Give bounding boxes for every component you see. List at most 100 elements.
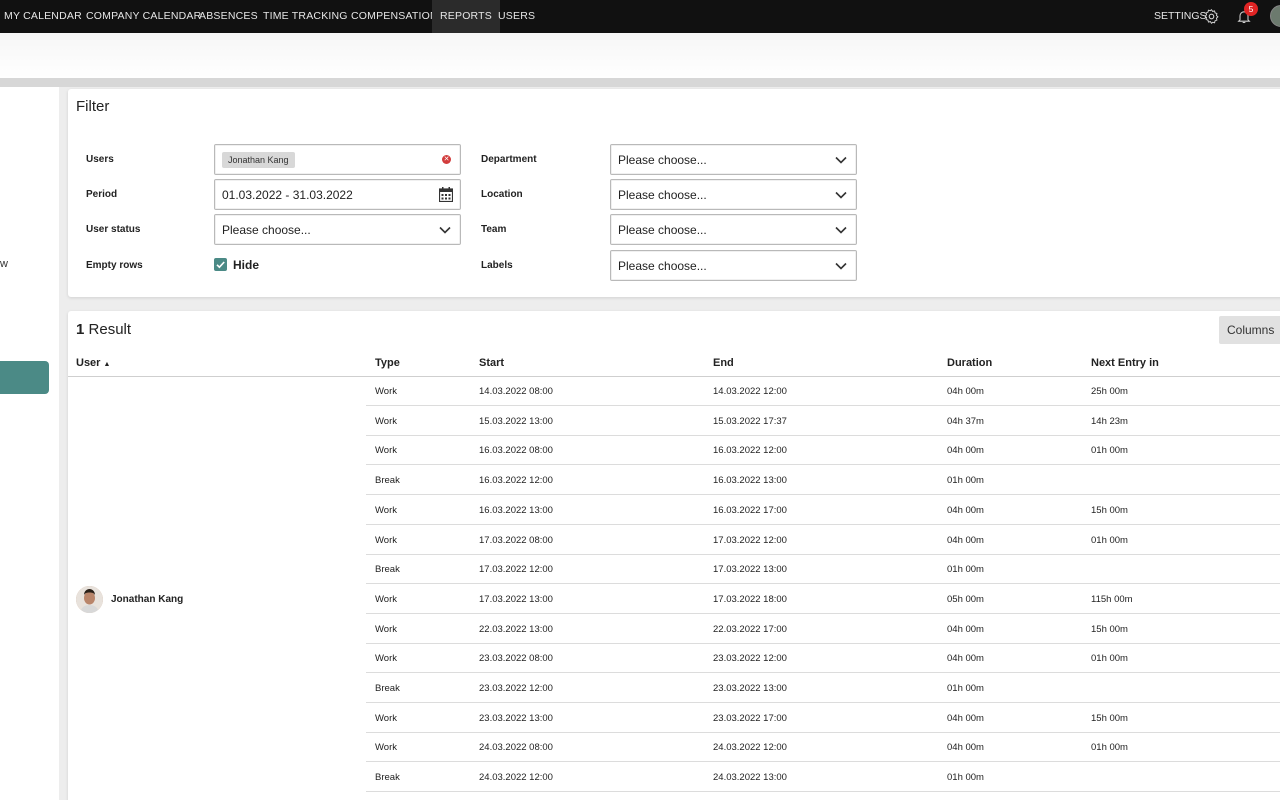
cell-type: Break (375, 475, 400, 487)
table-row[interactable]: Break 24.03.2022 12:00 24.03.2022 13:00 01h… (366, 762, 1280, 793)
avatar (76, 586, 103, 613)
labels-value: Please choose... (618, 259, 707, 273)
cell-next-entry: 01h 00m (1091, 534, 1128, 546)
nav-reports[interactable]: REPORTS (432, 0, 500, 33)
table-row[interactable]: Break 23.03.2022 12:00 23.03.2022 13:00 01h… (366, 673, 1280, 703)
location-select[interactable]: Please choose... (610, 179, 857, 210)
cell-type: Work (375, 593, 397, 605)
cell-end: 17.03.2022 13:00 (713, 564, 787, 576)
cell-duration: 04h 00m (947, 712, 984, 724)
gear-icon[interactable] (1203, 8, 1220, 25)
cell-next-entry: 01h 00m (1091, 742, 1128, 754)
hide-label[interactable]: Hide (233, 258, 259, 272)
cell-next-entry: 25h 00m (1091, 386, 1128, 397)
table-row[interactable]: Work 14.03.2022 08:00 14.03.2022 12:00 04h … (366, 376, 1280, 406)
department-select[interactable]: Please choose... (610, 144, 857, 175)
users-label: Users (86, 154, 114, 165)
result-count: 1 (76, 321, 85, 338)
cell-duration: 04h 00m (947, 445, 984, 457)
table-row[interactable]: Work 23.03.2022 13:00 23.03.2022 17:00 04h … (366, 703, 1280, 733)
user-chip[interactable]: Jonathan Kang (222, 152, 295, 168)
table-row[interactable]: Break 16.03.2022 12:00 16.03.2022 13:00 01h… (366, 465, 1280, 496)
period-input[interactable]: 01.03.2022 - 31.03.2022 (214, 179, 461, 210)
chevron-down-icon (835, 226, 847, 234)
nav-company-calendar[interactable]: COMPANY CALENDAR (86, 0, 201, 33)
table-row[interactable]: Work 23.03.2022 08:00 23.03.2022 12:00 04h … (366, 643, 1280, 674)
cell-end: 23.03.2022 13:00 (713, 683, 787, 694)
user-status-select[interactable]: Please choose... (214, 214, 461, 245)
cell-next-entry: 01h 00m (1091, 653, 1128, 665)
table-row[interactable]: Work 17.03.2022 13:00 17.03.2022 18:00 05h … (366, 584, 1280, 614)
left-sidebar (0, 87, 59, 800)
cell-type: Work (375, 534, 397, 546)
cell-next-entry: 15h 00m (1091, 623, 1128, 635)
profile-avatar[interactable] (1270, 5, 1280, 27)
result-count-title: 1 Result (76, 321, 131, 338)
column-header-end[interactable]: End (713, 357, 734, 369)
nav-users[interactable]: USERS (498, 0, 535, 33)
cell-duration: 04h 37m (947, 415, 984, 427)
chevron-down-icon (835, 262, 847, 270)
table-row[interactable]: Work 24.03.2022 08:00 24.03.2022 12:00 04h … (366, 732, 1280, 763)
sidebar-action-button[interactable] (0, 361, 49, 394)
column-header-user[interactable]: User ▲ (76, 357, 110, 369)
sidebar-partial-label[interactable]: w (0, 258, 8, 270)
nav-time-tracking[interactable]: TIME TRACKING (263, 0, 348, 33)
table-row[interactable]: Work 16.03.2022 08:00 16.03.2022 12:00 04h … (366, 435, 1280, 466)
cell-end: 16.03.2022 13:00 (713, 475, 787, 487)
sort-asc-icon: ▲ (103, 361, 111, 368)
columns-button-label: Columns (1227, 323, 1275, 337)
cell-duration: 01h 00m (947, 772, 984, 784)
settings-link[interactable]: SETTINGS (1154, 0, 1207, 33)
location-label: Location (481, 189, 523, 200)
column-header-next-entry[interactable]: Next Entry in (1091, 357, 1159, 369)
users-select[interactable]: Jonathan Kang ✕ (214, 144, 461, 175)
team-select[interactable]: Please choose... (610, 214, 857, 245)
period-value: 01.03.2022 - 31.03.2022 (222, 188, 353, 202)
cell-type: Work (375, 445, 397, 457)
cell-type: Work (375, 386, 397, 397)
cell-duration: 04h 00m (947, 623, 984, 635)
calendar-icon[interactable] (439, 187, 453, 202)
cell-start: 23.03.2022 12:00 (479, 683, 553, 694)
cell-type: Work (375, 712, 397, 724)
chevron-down-icon (439, 226, 451, 234)
nav-compensation[interactable]: COMPENSATION (351, 0, 438, 33)
cell-end: 15.03.2022 17:37 (713, 415, 787, 427)
header-divider (0, 78, 1280, 87)
cell-type: Work (375, 742, 397, 754)
team-label: Team (481, 224, 507, 235)
column-header-type[interactable]: Type (375, 357, 400, 369)
columns-button[interactable]: Columns (1219, 316, 1280, 344)
cell-start: 23.03.2022 13:00 (479, 712, 553, 724)
cell-next-entry: 15h 00m (1091, 504, 1128, 516)
table-row[interactable]: Work 16.03.2022 13:00 16.03.2022 17:00 04h … (366, 495, 1280, 525)
column-header-user-label: User (76, 357, 101, 369)
cell-end: 22.03.2022 17:00 (713, 623, 787, 635)
hide-empty-rows-checkbox[interactable] (214, 258, 227, 271)
table-row[interactable]: Work 17.03.2022 08:00 17.03.2022 12:00 04h … (366, 525, 1280, 555)
cell-start: 16.03.2022 13:00 (479, 504, 553, 516)
cell-start: 24.03.2022 08:00 (479, 742, 553, 754)
labels-select[interactable]: Please choose... (610, 250, 857, 281)
user-name[interactable]: Jonathan Kang (111, 594, 183, 605)
nav-my-calendar[interactable]: MY CALENDAR (4, 0, 82, 33)
cell-next-entry: 14h 23m (1091, 415, 1128, 427)
location-value: Please choose... (618, 188, 707, 202)
column-header-start[interactable]: Start (479, 357, 504, 369)
cell-start: 23.03.2022 08:00 (479, 653, 553, 665)
table-row[interactable]: Work 22.03.2022 13:00 22.03.2022 17:00 04h … (366, 614, 1280, 644)
cell-start: 24.03.2022 12:00 (479, 772, 553, 784)
column-header-duration[interactable]: Duration (947, 357, 992, 369)
department-label: Department (481, 154, 537, 165)
table-row[interactable]: Work 15.03.2022 13:00 15.03.2022 17:37 04h … (366, 406, 1280, 436)
cell-end: 23.03.2022 17:00 (713, 712, 787, 724)
table-row[interactable]: Break 17.03.2022 12:00 17.03.2022 13:00 01h… (366, 554, 1280, 585)
clear-icon[interactable]: ✕ (442, 155, 451, 164)
nav-absences[interactable]: ABSENCES (199, 0, 258, 33)
filter-title: Filter (76, 98, 110, 115)
result-count-label: Result (88, 321, 132, 338)
cell-end: 16.03.2022 17:00 (713, 504, 787, 516)
cell-type: Break (375, 772, 400, 784)
user-status-label: User status (86, 224, 141, 235)
